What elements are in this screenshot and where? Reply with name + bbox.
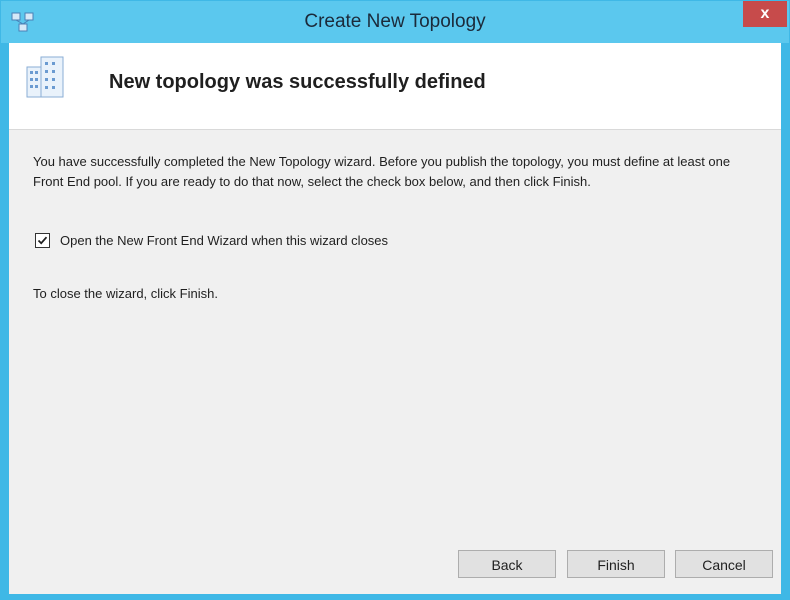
window-title: Create New Topology xyxy=(304,11,486,32)
wizard-window: Create New Topology x New topology was s… xyxy=(0,0,790,600)
title-bar[interactable]: Create New Topology x xyxy=(1,1,789,43)
wizard-content: You have successfully completed the New … xyxy=(9,129,781,594)
wizard-header: New topology was successfully defined xyxy=(9,43,781,129)
close-button[interactable]: x xyxy=(743,1,787,27)
close-icon: x xyxy=(760,5,770,22)
open-front-end-wizard-option[interactable]: Open the New Front End Wizard when this … xyxy=(35,230,388,250)
finish-button[interactable]: Finish xyxy=(567,550,665,578)
back-button[interactable]: Back xyxy=(458,550,556,578)
description-text: You have successfully completed the New … xyxy=(33,154,731,189)
cancel-button[interactable]: Cancel xyxy=(675,550,773,578)
checkmark-icon xyxy=(37,236,48,245)
page-title: New topology was successfully defined xyxy=(109,71,486,93)
building-icon xyxy=(26,56,64,98)
checkbox-label: Open the New Front End Wizard when this … xyxy=(60,232,389,248)
close-hint-text: To close the wizard, click Finish. xyxy=(33,286,218,301)
open-front-end-wizard-checkbox[interactable] xyxy=(35,232,50,248)
